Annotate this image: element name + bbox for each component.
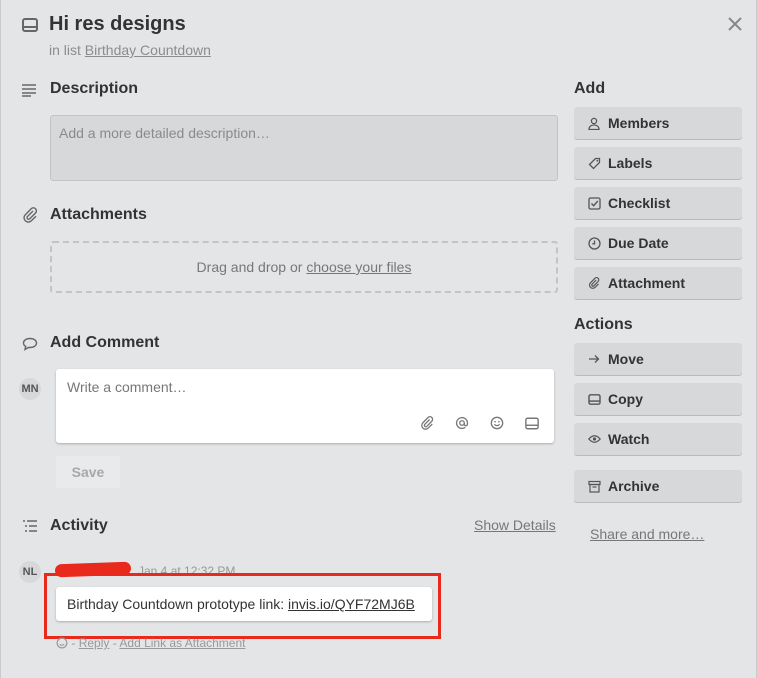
move-label: Move — [608, 351, 644, 367]
watch-label: Watch — [608, 431, 650, 447]
members-button[interactable]: Members — [574, 107, 742, 139]
checkbox-icon — [586, 195, 602, 211]
eye-icon — [586, 431, 602, 447]
add-comment-heading: Add Comment — [50, 334, 160, 351]
avatar[interactable]: MN — [19, 378, 41, 400]
attachment-button[interactable]: Attachment — [574, 267, 742, 299]
highlight-box — [44, 573, 441, 639]
card-icon — [586, 391, 602, 407]
card-detail-window: Hi res designs in list Birthday Countdow… — [0, 0, 757, 678]
labels-label: Labels — [608, 155, 653, 171]
separator: - — [71, 636, 76, 650]
add-link-as-attachment-link[interactable]: Add Link as Attachment — [119, 636, 245, 650]
comment-icon — [21, 335, 39, 353]
card-link-icon[interactable] — [524, 415, 540, 431]
labels-button[interactable]: Labels — [574, 147, 742, 179]
attachments-heading: Attachments — [50, 206, 147, 223]
actions-heading: Actions — [574, 316, 633, 333]
description-icon — [21, 82, 37, 98]
card-title: Hi res designs — [49, 13, 186, 35]
attach-paperclip-icon[interactable] — [419, 415, 435, 431]
checklist-button[interactable]: Checklist — [574, 187, 742, 219]
activity-heading: Activity — [50, 517, 108, 534]
save-comment-button[interactable]: Save — [56, 456, 120, 488]
comment-placeholder: Write a comment… — [67, 379, 187, 395]
due-date-button[interactable]: Due Date — [574, 227, 742, 259]
list-prefix: in list — [49, 42, 81, 58]
archive-label: Archive — [608, 478, 660, 494]
attachment-dropzone[interactable]: Drag and drop or choose your files — [50, 241, 558, 293]
archive-icon — [586, 478, 602, 494]
choose-files-link[interactable]: choose your files — [306, 259, 411, 275]
reply-link[interactable]: Reply — [79, 636, 110, 650]
attachment-label: Attachment — [608, 275, 686, 291]
comment-input[interactable]: Write a comment… — [56, 369, 554, 443]
clock-icon — [586, 235, 602, 251]
arrow-right-icon — [586, 351, 602, 367]
mention-icon[interactable] — [454, 415, 470, 431]
activity-actions: - Reply - Add Link as Attachment — [56, 636, 245, 650]
emoji-reaction-icon[interactable] — [56, 637, 68, 649]
move-button[interactable]: Move — [574, 343, 742, 375]
person-icon — [586, 115, 602, 131]
copy-button[interactable]: Copy — [574, 383, 742, 415]
list-breadcrumb: in list Birthday Countdown — [49, 42, 211, 58]
due-date-label: Due Date — [608, 235, 669, 251]
emoji-icon[interactable] — [489, 415, 505, 431]
copy-label: Copy — [608, 391, 643, 407]
separator: - — [112, 636, 117, 650]
members-label: Members — [608, 115, 670, 131]
card-icon — [21, 16, 39, 34]
activity-avatar[interactable]: NL — [19, 561, 41, 583]
archive-button[interactable]: Archive — [574, 470, 742, 502]
checklist-label: Checklist — [608, 195, 671, 211]
add-heading: Add — [574, 80, 606, 97]
tag-icon — [586, 155, 602, 171]
dropzone-text: Drag and drop or — [196, 259, 303, 275]
watch-button[interactable]: Watch — [574, 423, 742, 455]
paperclip-icon — [21, 206, 39, 224]
close-icon[interactable] — [723, 12, 747, 36]
description-placeholder: Add a more detailed description… — [59, 125, 270, 141]
share-and-more-link[interactable]: Share and more… — [590, 526, 704, 542]
paperclip-icon — [586, 275, 602, 291]
description-heading: Description — [50, 80, 139, 97]
activity-list-icon — [21, 518, 39, 534]
list-name-link[interactable]: Birthday Countdown — [85, 42, 211, 58]
description-input[interactable]: Add a more detailed description… — [50, 115, 558, 181]
show-details-link[interactable]: Show Details — [474, 517, 556, 533]
